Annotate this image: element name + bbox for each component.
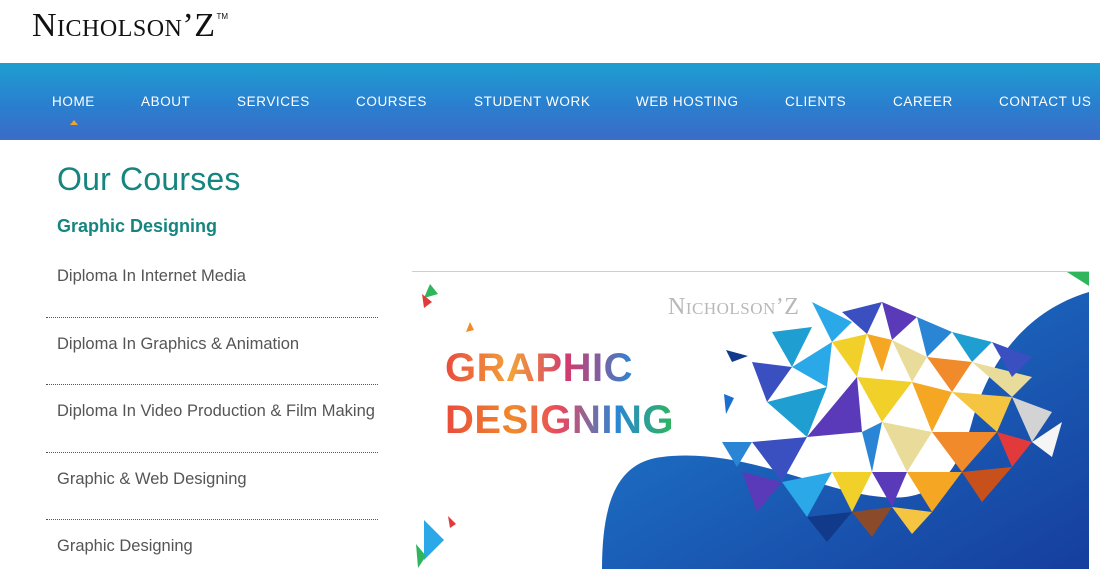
course-list: Diploma In Internet Media Diploma In Gra… xyxy=(46,250,378,575)
nav-courses[interactable]: COURSES xyxy=(356,94,427,109)
course-link[interactable]: Diploma In Graphics & Animation xyxy=(46,318,378,385)
logo-text: Nicholson’Z xyxy=(32,7,216,44)
nav-career[interactable]: CAREER xyxy=(893,94,953,109)
active-nav-indicator xyxy=(70,120,78,125)
course-banner: Nicholson’Z GRAPHIC DESIGNING xyxy=(412,271,1089,569)
section-title: Graphic Designing xyxy=(57,216,218,236)
nav-web-hosting[interactable]: WEB HOSTING xyxy=(636,94,739,109)
nav-services[interactable]: SERVICES xyxy=(237,94,310,109)
nav-clients[interactable]: CLIENTS xyxy=(785,94,846,109)
course-link[interactable]: Diploma In Internet Media xyxy=(46,250,378,318)
nav-home[interactable]: HOME xyxy=(52,94,95,109)
course-link[interactable]: Graphic & Web Designing xyxy=(46,453,378,520)
course-link[interactable]: Diploma In Video Production & Film Makin… xyxy=(46,385,378,453)
nav-student-work[interactable]: STUDENT WORK xyxy=(474,94,590,109)
course-link[interactable]: Graphic Designing xyxy=(46,520,378,575)
logo-trademark: TM xyxy=(216,12,229,21)
banner-brand-logo: Nicholson’Z xyxy=(668,294,800,320)
site-logo[interactable]: Nicholson’Z TM xyxy=(32,6,228,46)
banner-headline-line2: DESIGNING xyxy=(445,398,674,442)
banner-headline-line1: GRAPHIC xyxy=(445,346,633,390)
nav-contact-us[interactable]: CONTACT US xyxy=(999,94,1092,109)
page-title: Our Courses xyxy=(57,161,241,197)
main-nav: HOME ABOUT SERVICES COURSES STUDENT WORK… xyxy=(0,63,1100,140)
nav-about[interactable]: ABOUT xyxy=(141,94,191,109)
